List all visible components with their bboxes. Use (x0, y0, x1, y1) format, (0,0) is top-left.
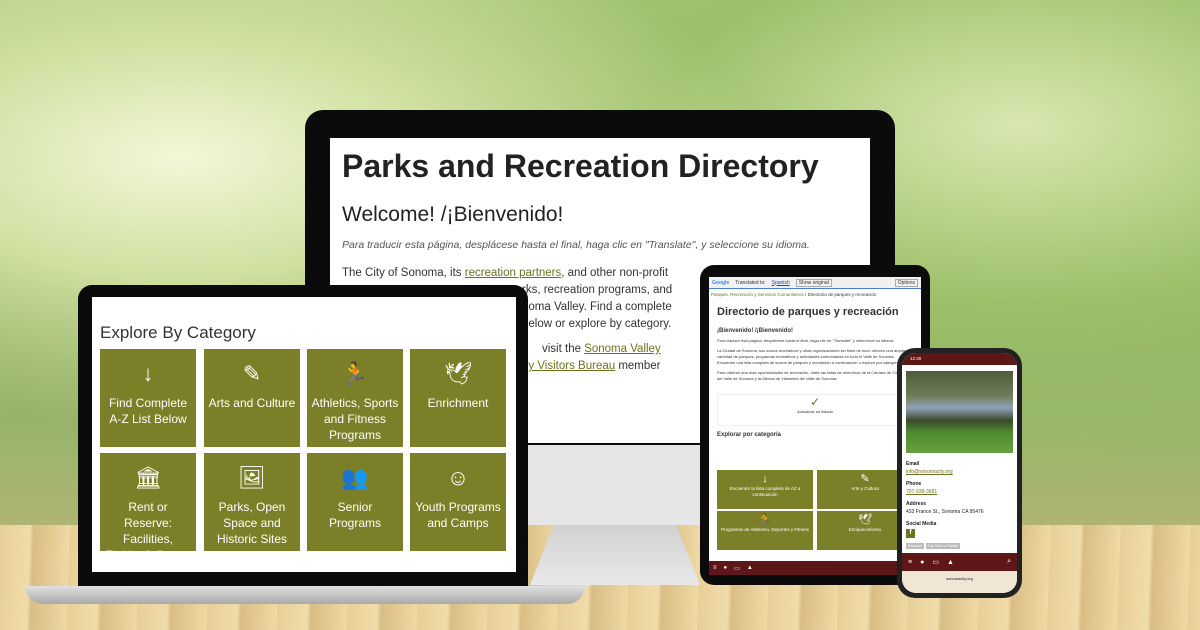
intro-text: visit the (542, 343, 581, 355)
email-label: Email (906, 461, 920, 467)
category-label: Programas de Atletismo, Deportes y Fitne… (721, 527, 809, 532)
category-tile[interactable]: 🖼 Parks, Open Space and Historic Sites (204, 453, 300, 551)
category-label: Encuentre la lista completa de AZ a cont… (729, 486, 801, 497)
options-button[interactable]: Options (894, 278, 918, 287)
phone-bottom-nav: ≡ ● ▭ ▲ ⌕ (902, 553, 1017, 571)
image-icon: 🖼 (238, 465, 266, 490)
sonoma-valley-chamber-link[interactable]: Sonoma Valley (584, 343, 661, 355)
breadcrumb-link[interactable]: Parques, Recreación y Servicios Comunita… (711, 292, 804, 297)
info-icon[interactable]: ● (724, 565, 728, 571)
park-photo (906, 371, 1013, 453)
tablet: Google Translated to: Spanish Show origi… (700, 265, 930, 585)
clock: 12:30 (910, 356, 922, 361)
category-tile[interactable]: 🏛 Rent or Reserve: Facilities, Fields, & … (100, 453, 196, 562)
category-tile[interactable]: ✎ Arts and Culture (204, 349, 300, 447)
arrow-down-icon: ↓ (762, 473, 768, 485)
url-text: sonomacity.org (946, 576, 973, 581)
category-label: Senior Programs (328, 500, 381, 530)
category-tile[interactable]: 🕊 Enrichment (410, 349, 506, 447)
alert-icon[interactable]: ▲ (947, 559, 954, 566)
category-label: Arte y Cultura (851, 486, 879, 491)
category-label: Enrichment (427, 396, 489, 410)
explore-heading: Explore By Category (100, 323, 256, 342)
tablet-bottom-nav: ≡ ● ▭ ▲ (709, 561, 921, 575)
menu-icon[interactable]: ≡ (908, 559, 912, 566)
update-listing-button[interactable]: ✓ Actualizar un listado (717, 394, 913, 426)
recreation-partners-link[interactable]: recreation partners (465, 267, 562, 279)
email-link[interactable]: info@sonomacity.org (906, 469, 1013, 475)
category-tile[interactable]: ☺ Youth Programs and Camps (410, 453, 506, 551)
category-label: Rent or Reserve: Facilities, Fields, & C… (105, 500, 191, 562)
phone-link[interactable]: 707-938-3681 (906, 489, 1013, 495)
calendar-icon[interactable]: ▭ (932, 558, 939, 566)
running-icon: 🏃 (758, 514, 772, 526)
menu-icon[interactable]: ≡ (713, 565, 717, 571)
intro-text: La Ciudad de Sonoma, sus socios recreati… (717, 348, 906, 365)
phone: 12:30 Email info@sonomacity.org Phone 70… (897, 348, 1022, 598)
paintbrush-icon: ✎ (242, 361, 262, 386)
facebook-icon[interactable]: f (906, 529, 915, 538)
category-label: Enriquecimiento (848, 527, 882, 532)
update-listing-label: Actualizar un listado (797, 409, 833, 414)
category-label: Parks, Open Space and Historic Sites (216, 500, 287, 546)
running-icon: 🏃 (341, 361, 369, 386)
child-icon: ☺ (446, 465, 470, 490)
laptop-base (25, 586, 585, 604)
users-icon: 👥 (341, 465, 369, 490)
category-tile[interactable]: ↓ Find Complete A-Z List Below (100, 349, 196, 447)
category-label: Arts and Culture (208, 396, 296, 410)
google-translate-bar: Google Translated to: Spanish Show origi… (709, 277, 921, 289)
category-tile[interactable]: ↓ Encuentre la lista completa de AZ a con… (717, 470, 813, 509)
tag[interactable]: City Park or Facility (925, 543, 960, 549)
tag[interactable]: Beaches (906, 543, 924, 549)
address-label: Address (906, 501, 927, 507)
translated-label: Translated to: (735, 279, 766, 286)
explore-heading: Explorar por categoría (717, 432, 782, 438)
translate-note: Para traducir esta página, desplácese ha… (342, 239, 810, 251)
breadcrumb-current: Directorio de parques y recreación (807, 292, 877, 297)
social-label: Social Media (906, 521, 937, 527)
url-bar[interactable]: sonomacity.org (902, 571, 1017, 593)
phone-label: Phone (906, 481, 922, 487)
intro-text: member (618, 360, 661, 372)
breadcrumb: Parques, Recreación y Servicios Comunita… (711, 292, 877, 297)
page-title: Parks and Recreation Directory (342, 148, 819, 184)
welcome-heading: Welcome! /¡Bienvenido! (342, 203, 564, 226)
category-label: Find Complete A-Z List Below (108, 396, 188, 426)
category-tile[interactable]: 🏃 Programas de Atletismo, Deportes y Fitn… (717, 511, 813, 550)
status-bar: 12:30 (902, 353, 1017, 365)
category-label: Youth Programs and Camps (415, 500, 501, 530)
info-icon[interactable]: ● (920, 559, 924, 566)
monitor-stand (530, 520, 700, 585)
landmark-icon: 🏛 (134, 465, 162, 490)
welcome-heading: ¡Bienvenido! /¡Bienvenido! (717, 328, 794, 334)
language-select[interactable]: Spanish (772, 280, 790, 286)
visitors-bureau-link[interactable]: ey Visitors Bureau (522, 360, 615, 372)
category-label: Athletics, Sports and Fitness Programs (311, 396, 399, 442)
intro-text: , and other non-profit (561, 267, 669, 279)
google-logo: Google (712, 279, 730, 286)
category-tile[interactable]: 👥 Senior Programs (307, 453, 403, 551)
calendar-icon[interactable]: ▭ (734, 565, 740, 572)
page-title: Directorio de parques y recreación (717, 306, 899, 318)
arrow-down-icon: ↓ (142, 361, 154, 386)
search-icon[interactable]: ⌕ (1007, 558, 1011, 566)
tablet-screen: Google Translated to: Spanish Show origi… (709, 277, 921, 575)
phone-screen: 12:30 Email info@sonomacity.org Phone 70… (902, 353, 1017, 593)
check-icon: ✓ (809, 395, 821, 409)
address-value: 433 France St., Sonoma CA 95476 (906, 509, 984, 515)
category-tile[interactable]: 🏃 Athletics, Sports and Fitness Programs (307, 349, 403, 447)
translate-note: Para traducir esta página, desplácese ha… (717, 338, 895, 343)
intro-text: The City of Sonoma, its (342, 267, 462, 279)
alert-icon[interactable]: ▲ (747, 565, 753, 571)
show-original-button[interactable]: Show original (795, 278, 832, 287)
dove-icon: 🕊 (444, 361, 472, 386)
intro-text: Para obtener aún más oportunidades de re… (717, 370, 910, 381)
